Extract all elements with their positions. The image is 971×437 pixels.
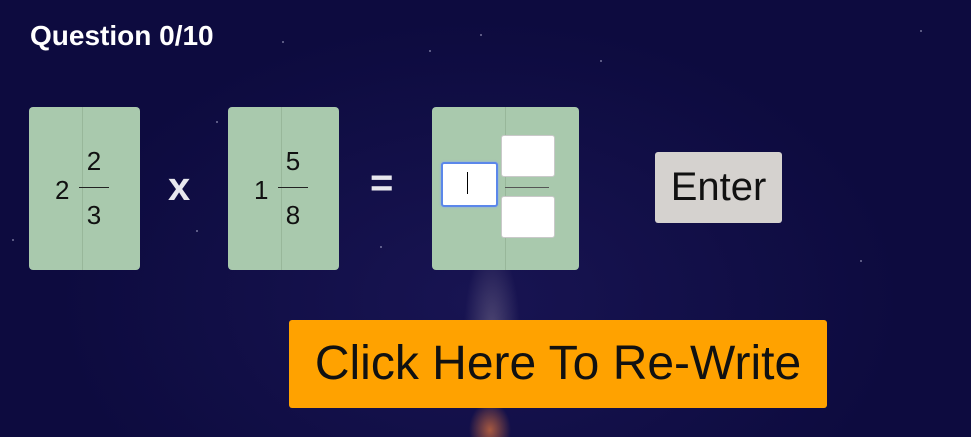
question-counter: Question 0/10 <box>30 20 214 51</box>
first-fraction-bar <box>79 187 109 188</box>
answer-fraction-bar <box>505 187 549 188</box>
second-numerator: 5 <box>285 146 301 176</box>
second-fraction-bar <box>278 187 308 188</box>
enter-button[interactable]: Enter <box>655 152 782 223</box>
second-denominator: 8 <box>285 200 301 230</box>
first-fraction: 2 3 <box>79 107 109 270</box>
first-whole: 2 <box>55 175 70 205</box>
second-fraction-card: 1 5 8 <box>228 107 339 270</box>
equals-sign: = <box>370 161 394 205</box>
second-fraction: 5 8 <box>278 107 308 270</box>
answer-denominator-input[interactable] <box>501 196 555 238</box>
text-caret <box>467 172 468 194</box>
first-numerator: 2 <box>86 146 102 176</box>
second-whole: 1 <box>254 175 269 205</box>
first-denominator: 3 <box>86 200 102 230</box>
answer-whole-input[interactable] <box>441 162 498 207</box>
first-fraction-card: 2 2 3 <box>29 107 140 270</box>
rewrite-button[interactable]: Click Here To Re-Write <box>289 320 827 408</box>
multiply-sign: x <box>168 165 191 209</box>
answer-numerator-input[interactable] <box>501 135 555 177</box>
